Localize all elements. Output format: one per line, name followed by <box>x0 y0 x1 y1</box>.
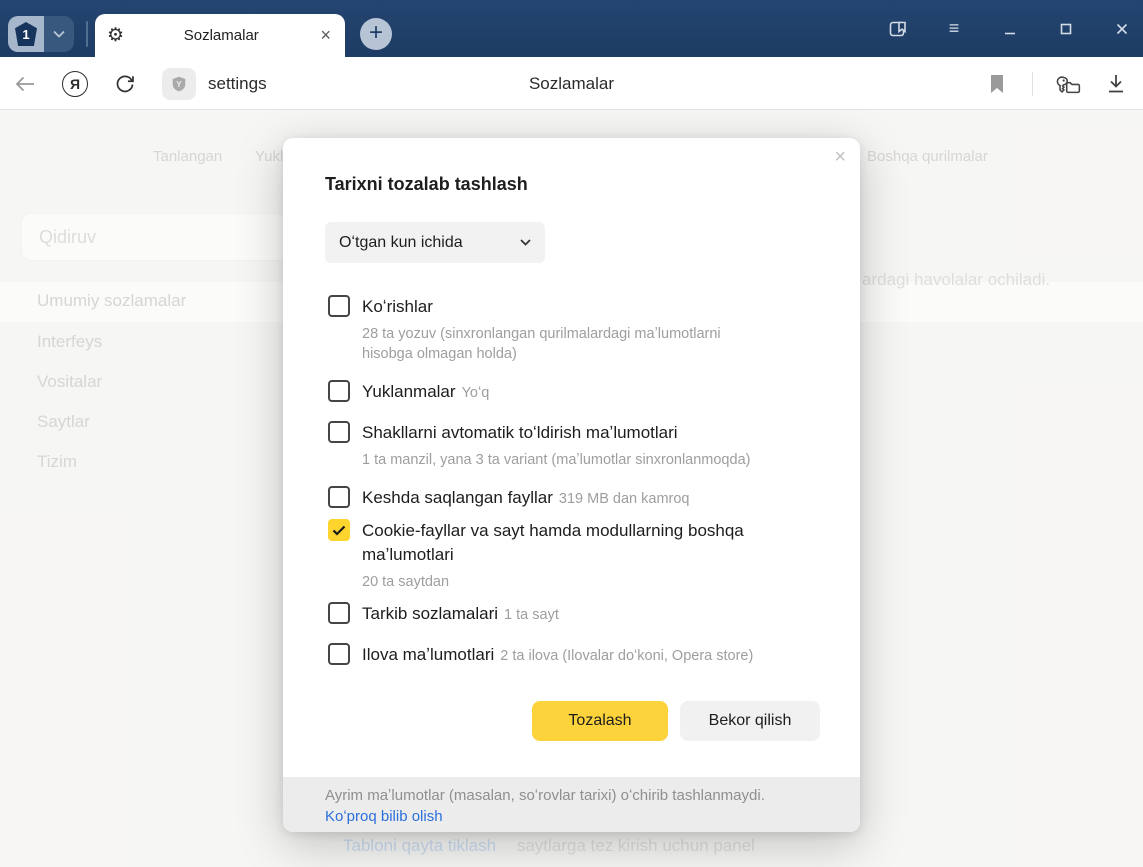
chevron-down-icon <box>53 30 65 38</box>
option-note: 2 ta ilova (Ilovalar doʻkoni, Opera stor… <box>500 648 753 664</box>
tab-group-control[interactable]: 1 <box>8 16 88 52</box>
dialog-footer: Ayrim maʼlumotlar (masalan, soʻrovlar ta… <box>283 777 860 832</box>
bookmark-button[interactable] <box>984 74 1010 94</box>
site-shield-icon: Y <box>170 75 188 93</box>
tab-close-icon[interactable]: × <box>318 25 333 46</box>
option-label: Shakllarni avtomatik toʻldirish maʼlumot… <box>362 421 750 445</box>
tab-counter-badge: 1 <box>15 22 37 46</box>
learn-more-link[interactable]: Koʻproq bilib olish <box>325 806 818 828</box>
tab-counter-button[interactable]: 1 <box>8 16 44 52</box>
svg-text:Y: Y <box>176 80 182 89</box>
url-input[interactable]: settings <box>208 74 267 94</box>
option-note: 1 ta sayt <box>504 607 559 623</box>
time-range-select[interactable]: Oʻtgan kun ichida <box>325 222 545 263</box>
new-tab-button[interactable]: + <box>360 18 392 50</box>
option-subtext: 28 ta yozuv (sinxronlangan qurilmalardag… <box>362 324 762 364</box>
maximize-icon <box>1059 22 1073 36</box>
window-titlebar: 1 ⚙ Sozlamalar × + ≡ <box>0 0 1143 57</box>
option-row-yuklanmalar[interactable]: Yuklanmalar Yoʻq <box>328 380 820 405</box>
option-note: Yoʻq <box>462 385 490 401</box>
option-row-cookie[interactable]: Cookie-fayllar va sayt hamda modullarnin… <box>328 519 820 592</box>
refresh-icon <box>114 73 136 95</box>
gear-icon: ⚙ <box>107 26 124 45</box>
option-label: Tarkib sozlamalari <box>362 604 498 623</box>
side-panel-button[interactable] <box>887 18 909 40</box>
option-label: Cookie-fayllar va sayt hamda modullarnin… <box>362 519 802 567</box>
option-row-korishlar[interactable]: Koʻrishlar 28 ta yozuv (sinxronlangan qu… <box>328 295 820 364</box>
yandex-logo-icon: Я <box>62 71 88 97</box>
address-bar: Я Y settings Sozlamalar <box>0 57 1143 110</box>
clear-button[interactable]: Tozalash <box>532 701 668 741</box>
option-label: Ilova maʼlumotlari <box>362 645 494 664</box>
refresh-button[interactable] <box>100 73 150 95</box>
minimize-icon <box>1003 22 1017 36</box>
downloads-button[interactable] <box>1103 73 1129 95</box>
tab-title: Sozlamalar <box>124 27 318 44</box>
browser-tab-settings[interactable]: ⚙ Sozlamalar × <box>95 14 345 57</box>
checkbox-tarkib[interactable] <box>328 602 350 624</box>
checkbox-shakllar[interactable] <box>328 421 350 443</box>
tab-group-chevron-button[interactable] <box>44 16 74 52</box>
checkbox-korishlar[interactable] <box>328 295 350 317</box>
clear-history-dialog: × Tarixni tozalab tashlash Oʻtgan kun ic… <box>283 138 860 832</box>
checkbox-kesh[interactable] <box>328 486 350 508</box>
yandex-home-button[interactable]: Я <box>50 71 100 97</box>
checkbox-cookie[interactable] <box>328 519 350 541</box>
back-arrow-icon <box>14 75 36 93</box>
dialog-close-icon[interactable]: × <box>834 146 846 169</box>
time-range-value: Oʻtgan kun ichida <box>339 234 463 252</box>
panel-bookmark-icon <box>888 19 908 39</box>
option-row-shakllar[interactable]: Shakllarni avtomatik toʻldirish maʼlumot… <box>328 421 820 470</box>
option-label: Yuklanmalar <box>362 382 456 401</box>
option-row-ilova[interactable]: Ilova maʼlumotlari 2 ta ilova (Ilovalar d… <box>328 643 820 668</box>
collections-button[interactable] <box>1055 72 1081 96</box>
dialog-title: Tarixni tozalab tashlash <box>325 174 528 195</box>
option-label: Koʻrishlar <box>362 295 762 319</box>
clear-options-list: Koʻrishlar 28 ta yozuv (sinxronlangan qu… <box>328 295 820 684</box>
check-icon <box>332 525 346 536</box>
option-row-tarkib[interactable]: Tarkib sozlamalari 1 ta sayt <box>328 602 820 627</box>
back-button[interactable] <box>0 75 50 93</box>
bookmark-icon <box>989 74 1005 94</box>
close-window-button[interactable] <box>1111 18 1133 40</box>
option-label: Keshda saqlangan fayllar <box>362 488 553 507</box>
maximize-button[interactable] <box>1055 18 1077 40</box>
minimize-button[interactable] <box>999 18 1021 40</box>
option-note: 319 MB dan kamroq <box>559 491 690 507</box>
browser-menu-button[interactable]: ≡ <box>943 18 965 40</box>
site-identity-badge[interactable]: Y <box>162 68 196 100</box>
checkbox-ilova[interactable] <box>328 643 350 665</box>
chevron-down-icon <box>520 239 531 246</box>
footer-note: Ayrim maʼlumotlar (masalan, soʻrovlar ta… <box>325 786 818 806</box>
close-icon <box>1115 22 1129 36</box>
collections-icon <box>1055 72 1081 96</box>
addressbar-divider <box>1032 72 1033 96</box>
option-subtext: 20 ta saytdan <box>362 572 802 592</box>
tabstrip-divider <box>86 21 88 47</box>
option-subtext: 1 ta manzil, yana 3 ta variant (maʼlumot… <box>362 450 750 470</box>
option-row-kesh[interactable]: Keshda saqlangan fayllar 319 MB dan kamro… <box>328 486 820 511</box>
download-icon <box>1106 73 1126 95</box>
cancel-button[interactable]: Bekor qilish <box>680 701 820 741</box>
checkbox-yuklanmalar[interactable] <box>328 380 350 402</box>
